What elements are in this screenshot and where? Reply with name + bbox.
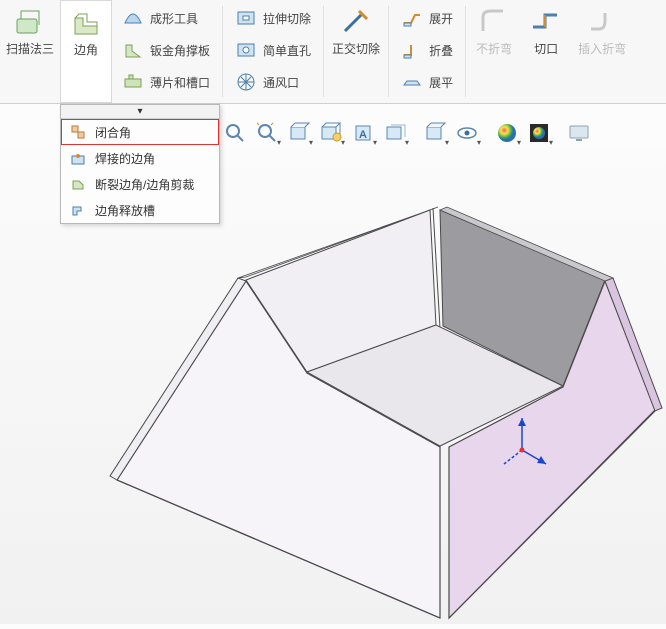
view-toolbar: ▾ ▾ ▾ A ▾ ▾ ▾ ▾ ▾ ▾ xyxy=(220,118,594,148)
dd-welded-corner[interactable]: 焊接的边角 xyxy=(61,145,219,171)
chevron-down-icon: ▾ xyxy=(341,138,345,147)
chevron-down-icon: ▾ xyxy=(277,138,281,147)
flatten-button[interactable]: 展平 xyxy=(395,66,459,98)
ribbon-col-1: 成形工具 钣金角撑板 薄片和槽口 xyxy=(112,0,220,103)
chevron-down-icon: ▾ xyxy=(549,138,553,147)
normal-cut-icon xyxy=(338,4,374,40)
chevron-down-icon: ▾ xyxy=(517,138,521,147)
forming-tool-button[interactable]: 成形工具 xyxy=(116,2,216,34)
dd-corner-relief[interactable]: 边角释放槽 xyxy=(61,197,219,223)
forming-tool-icon xyxy=(122,7,144,29)
forming-tool-label: 成形工具 xyxy=(150,10,198,27)
gusset-button[interactable]: 钣金角撑板 xyxy=(116,34,216,66)
section-view-button[interactable]: A ▾ xyxy=(348,118,378,148)
unfold-button[interactable]: 展开 xyxy=(395,2,459,34)
sweep3-button[interactable]: 扫描法三 xyxy=(0,0,60,103)
insert-bend-button[interactable]: 插入折弯 xyxy=(572,0,632,103)
ribbon-col-3: 展开 折叠 展平 xyxy=(391,0,463,103)
welded-corner-icon xyxy=(69,149,87,167)
chevron-down-icon: ▾ xyxy=(137,106,142,117)
dd-label: 边角释放槽 xyxy=(95,202,155,219)
unfold-label: 展开 xyxy=(429,10,453,27)
dd-closed-corner[interactable]: 闭合角 xyxy=(61,119,219,145)
no-bend-button[interactable]: 不折弯 xyxy=(468,0,520,103)
vent-label: 通风口 xyxy=(263,74,299,91)
render-mode-button[interactable]: ▾ xyxy=(420,118,450,148)
insert-bend-label: 插入折弯 xyxy=(578,42,626,56)
chevron-down-icon: ▾ xyxy=(477,138,481,147)
normal-cut-button[interactable]: 正交切除 xyxy=(326,0,386,103)
no-bend-label: 不折弯 xyxy=(476,42,512,56)
vent-button[interactable]: 通风口 xyxy=(229,66,317,98)
simple-hole-label: 简单直孔 xyxy=(263,42,311,59)
break-corner-icon xyxy=(69,175,87,193)
scene-button[interactable]: ▾ xyxy=(524,118,554,148)
fold-icon xyxy=(401,39,423,61)
unfold-icon xyxy=(401,7,423,29)
tab-slot-label: 薄片和槽口 xyxy=(150,74,210,91)
sweep3-icon xyxy=(12,4,48,40)
no-bend-icon xyxy=(476,4,512,40)
corner-label: 边角 xyxy=(74,43,98,57)
monitor-button[interactable] xyxy=(564,118,594,148)
dd-break-corner[interactable]: 断裂边角/边角剪裁 xyxy=(61,171,219,197)
corner-dropdown: ▾ 闭合角 焊接的边角 断裂边角/边角剪裁 边角释放槽 xyxy=(60,104,220,224)
dd-label: 闭合角 xyxy=(95,124,131,141)
tab-slot-button[interactable]: 薄片和槽口 xyxy=(116,66,216,98)
gusset-label: 钣金角撑板 xyxy=(150,42,210,59)
chevron-down-icon: ▾ xyxy=(445,138,449,147)
cut-label: 切口 xyxy=(534,42,558,56)
corner-icon xyxy=(68,5,104,41)
dropdown-handle[interactable]: ▾ xyxy=(61,105,219,119)
chevron-down-icon: ▾ xyxy=(405,138,409,147)
dd-label: 断裂边角/边角剪裁 xyxy=(95,176,194,193)
flatten-icon xyxy=(401,71,423,93)
chevron-down-icon: ▾ xyxy=(373,138,377,147)
fold-button[interactable]: 折叠 xyxy=(395,34,459,66)
eye-button[interactable]: ▾ xyxy=(452,118,482,148)
ribbon-col-2: 拉伸切除 简单直孔 通风口 xyxy=(225,0,321,103)
ribbon: 扫描法三 边角 成形工具 钣金角撑板 薄片和槽口 拉伸切除 简单直孔 xyxy=(0,0,666,104)
zoom-area-button[interactable]: ▾ xyxy=(252,118,282,148)
sweep3-label: 扫描法三 xyxy=(6,42,54,56)
extrude-cut-label: 拉伸切除 xyxy=(263,10,311,27)
corner-relief-icon xyxy=(69,201,87,219)
cut-icon xyxy=(528,4,564,40)
simple-hole-icon xyxy=(235,39,257,61)
corner-button[interactable]: 边角 xyxy=(60,0,112,103)
zoom-fit-button[interactable] xyxy=(220,118,250,148)
chevron-down-icon: ▾ xyxy=(309,138,313,147)
tab-slot-icon xyxy=(122,71,144,93)
gusset-icon xyxy=(122,39,144,61)
flatten-label: 展平 xyxy=(429,74,453,91)
insert-bend-icon xyxy=(584,4,620,40)
closed-corner-icon xyxy=(69,123,87,141)
extrude-cut-icon xyxy=(235,7,257,29)
orientation-button[interactable]: ▾ xyxy=(284,118,314,148)
svg-text:A: A xyxy=(359,129,367,141)
cut-button[interactable]: 切口 xyxy=(520,0,572,103)
fold-label: 折叠 xyxy=(429,42,453,59)
simple-hole-button[interactable]: 简单直孔 xyxy=(229,34,317,66)
vent-icon xyxy=(235,71,257,93)
display-style-button[interactable]: ▾ xyxy=(316,118,346,148)
extrude-cut-button[interactable]: 拉伸切除 xyxy=(229,2,317,34)
appearance-button[interactable]: ▾ xyxy=(492,118,522,148)
normal-cut-label: 正交切除 xyxy=(332,42,380,56)
hide-show-button[interactable]: ▾ xyxy=(380,118,410,148)
dd-label: 焊接的边角 xyxy=(95,150,155,167)
